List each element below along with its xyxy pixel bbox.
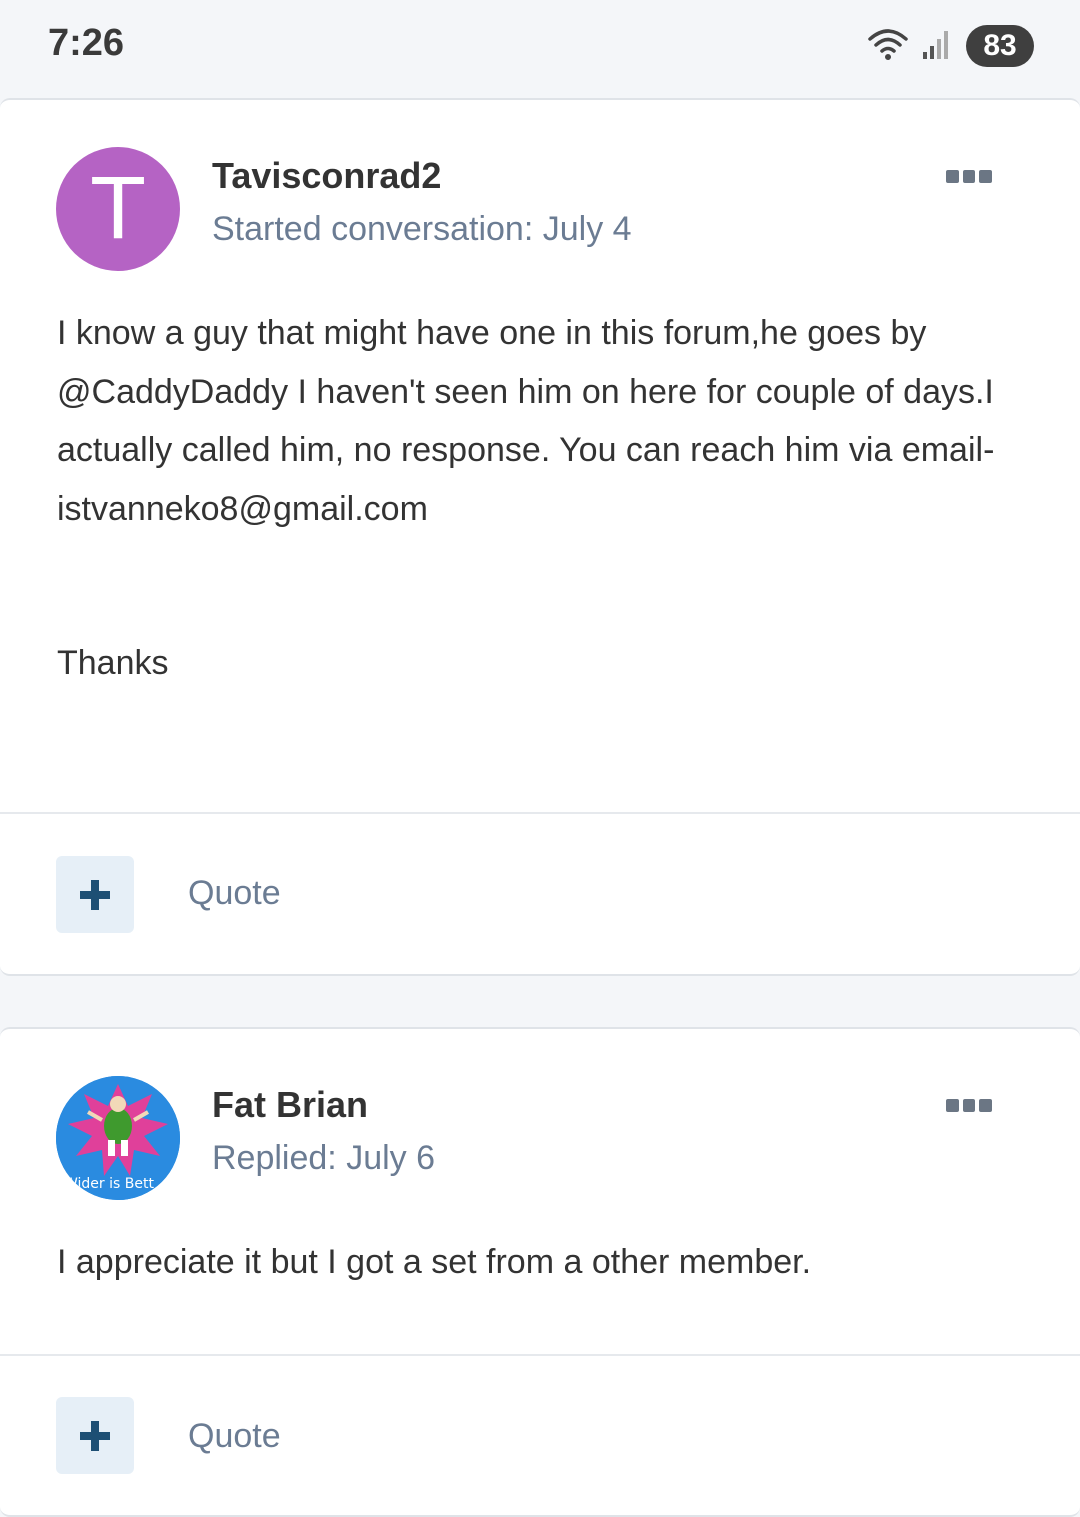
- post-card: Wider is Bett Fat Brian Replied: July 6 …: [0, 1027, 1080, 1517]
- author-name[interactable]: Tavisconrad2: [212, 155, 441, 197]
- signal-icon: [922, 28, 952, 65]
- post-text: I know a guy that might have one in this…: [57, 314, 995, 528]
- battery-indicator: 83: [966, 25, 1034, 67]
- dot-icon: [979, 170, 993, 183]
- avatar-image: Wider is Bett: [56, 1076, 180, 1200]
- post-text: I appreciate it but I got a set from a o…: [57, 1243, 812, 1281]
- post-body: I know a guy that might have one in this…: [57, 304, 1030, 693]
- more-options-button[interactable]: [946, 1099, 993, 1115]
- plus-icon: [80, 1420, 110, 1451]
- post-meta: Started conversation: July 4: [212, 210, 632, 248]
- status-icons: 83: [868, 24, 1034, 68]
- dot-icon: [962, 1099, 976, 1112]
- dot-icon: [946, 170, 959, 183]
- post-body: I appreciate it but I got a set from a o…: [57, 1233, 1030, 1292]
- wifi-icon: [868, 27, 908, 66]
- post-meta: Replied: July 6: [212, 1139, 436, 1177]
- post-text: Thanks: [57, 644, 169, 682]
- author-name[interactable]: Fat Brian: [212, 1084, 368, 1126]
- post-card: T Tavisconrad2 Started conversation: Jul…: [0, 98, 1080, 976]
- dot-icon: [979, 1099, 993, 1112]
- quote-button[interactable]: Quote: [188, 1417, 281, 1456]
- avatar[interactable]: Wider is Bett: [56, 1076, 180, 1200]
- divider: [0, 812, 1080, 814]
- status-time: 7:26: [48, 22, 125, 64]
- divider: [0, 1354, 1080, 1356]
- status-bar: 7:26 83: [0, 0, 1080, 98]
- dot-icon: [962, 170, 976, 183]
- quote-button[interactable]: Quote: [188, 874, 281, 913]
- avatar-caption: Wider is Bett: [64, 1176, 154, 1192]
- plus-icon: [80, 879, 110, 910]
- avatar[interactable]: T: [56, 147, 180, 271]
- add-reaction-button[interactable]: [56, 1397, 134, 1474]
- dot-icon: [946, 1099, 959, 1112]
- more-options-button[interactable]: [946, 170, 993, 186]
- add-reaction-button[interactable]: [56, 856, 134, 933]
